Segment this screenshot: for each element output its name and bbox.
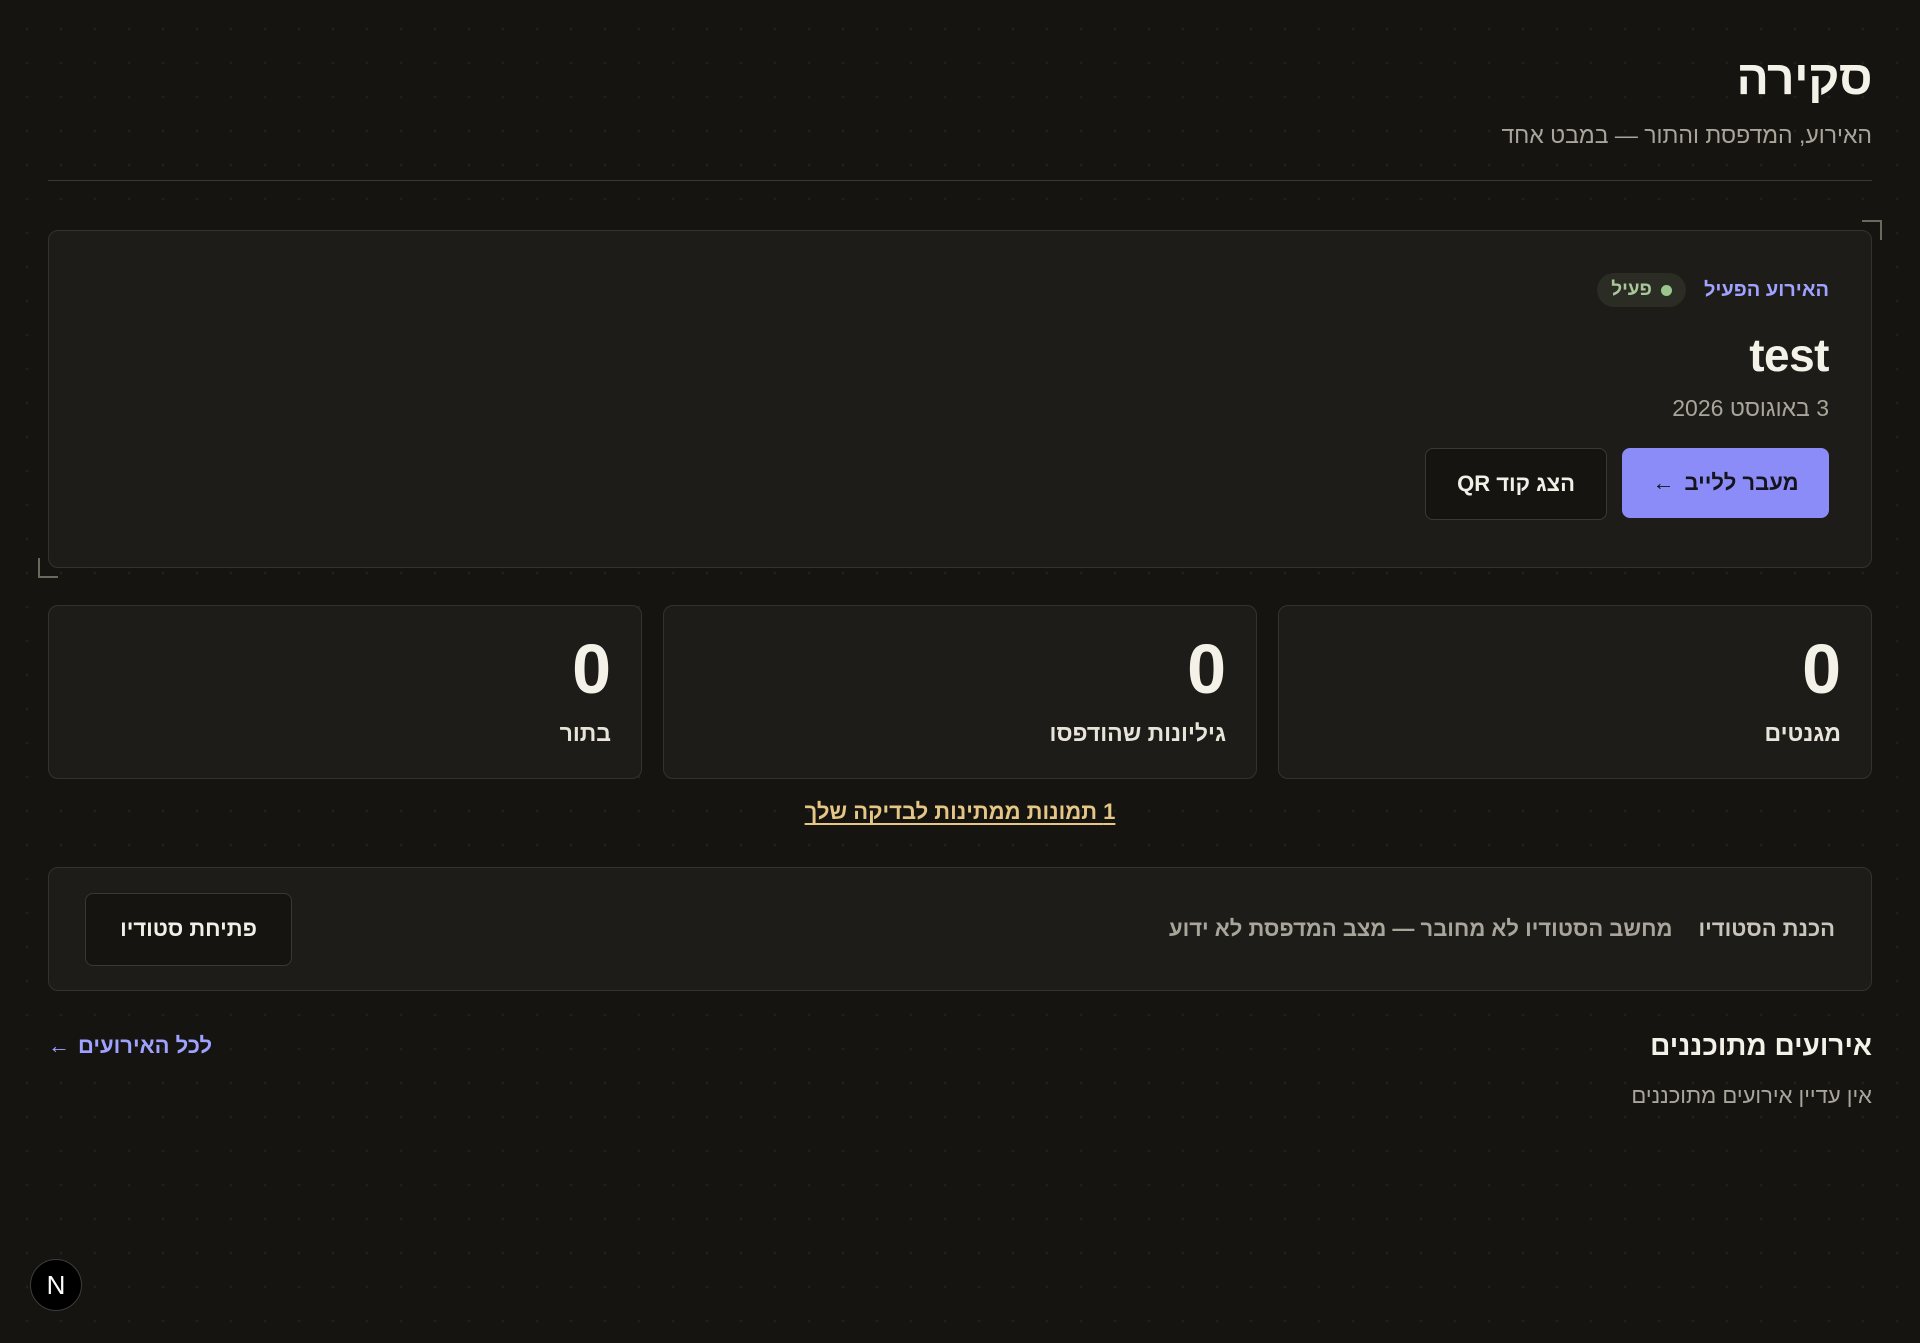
page-subtitle: האירוע, המדפסת והתור — במבט אחד: [1501, 122, 1872, 148]
corner-bracket-decoration: [38, 558, 58, 578]
active-event-card: האירוע הפעיל פעיל test 3 באוגוסט 2026 מע…: [48, 230, 1872, 568]
show-qr-button[interactable]: הצג קוד QR: [1425, 448, 1607, 520]
studio-setup-label: הכנת הסטודיו: [1698, 916, 1835, 941]
event-actions: מעבר ללייב ← הצג קוד QR: [91, 448, 1829, 520]
upcoming-events-empty: אין עדיין אירועים מתוכננים: [1631, 1083, 1872, 1108]
corner-bracket-decoration: [1862, 220, 1882, 240]
stat-value: 0: [1187, 630, 1226, 708]
all-events-link[interactable]: לכל האירועים ←: [48, 1033, 212, 1059]
overview-page: סקירה האירוע, המדפסת והתור — במבט אחד הא…: [38, 0, 1882, 1109]
stat-label: מגנטים: [1764, 720, 1841, 746]
stat-card-magnets: 0 מגנטים: [1278, 605, 1872, 779]
page-header: סקירה האירוע, המדפסת והתור — במבט אחד: [48, 0, 1873, 181]
active-event-section: האירוע הפעיל פעיל test 3 באוגוסט 2026 מע…: [38, 220, 1882, 578]
review-link-row: 1 תמונות ממתינות לבדיקה שלך: [48, 799, 1872, 829]
stat-value: 0: [572, 630, 611, 708]
stat-card-printed-sheets: 0 גיליונות שהודפסו: [663, 605, 1257, 779]
page-title: סקירה: [1736, 52, 1872, 105]
event-card-header: האירוע הפעיל פעיל: [91, 273, 1829, 307]
studio-bar: הכנת הסטודיו מחשב הסטודיו לא מחובר — מצב…: [48, 867, 1872, 991]
studio-connection-status: מחשב הסטודיו לא מחובר — מצב המדפסת לא יד…: [1168, 916, 1673, 941]
status-badge-label: פעיל: [1611, 279, 1652, 300]
status-badge: פעיל: [1597, 273, 1686, 307]
stats-row: 0 מגנטים 0 גיליונות שהודפסו 0 בתור: [48, 605, 1872, 779]
upcoming-events-header: אירועים מתוכננים לכל האירועים ←: [48, 1029, 1872, 1063]
go-live-button[interactable]: מעבר ללייב ←: [1622, 448, 1829, 518]
active-event-label: האירוע הפעיל: [1703, 278, 1829, 301]
pending-review-link[interactable]: 1 תמונות ממתינות לבדיקה שלך: [805, 799, 1116, 824]
arrow-left-icon: ←: [48, 1033, 70, 1058]
stat-label: גיליונות שהודפסו: [1049, 720, 1226, 746]
upcoming-events-title: אירועים מתוכננים: [1650, 1030, 1872, 1061]
status-dot-icon: [1660, 284, 1672, 296]
stat-card-queue: 0 בתור: [48, 605, 642, 779]
event-name: test: [1749, 329, 1829, 381]
nextjs-dev-badge-icon[interactable]: N: [30, 1259, 82, 1311]
stat-value: 0: [1802, 630, 1841, 708]
stat-label: בתור: [559, 720, 611, 746]
go-live-button-label: מעבר ללייב: [1684, 470, 1799, 495]
nextjs-badge-letter: N: [46, 1269, 66, 1300]
open-studio-button[interactable]: פתיחת סטודיו: [85, 892, 292, 966]
all-events-link-label: לכל האירועים: [78, 1033, 213, 1058]
arrow-left-icon: ←: [1652, 470, 1675, 495]
event-date: 3 באוגוסט 2026: [1672, 395, 1829, 421]
